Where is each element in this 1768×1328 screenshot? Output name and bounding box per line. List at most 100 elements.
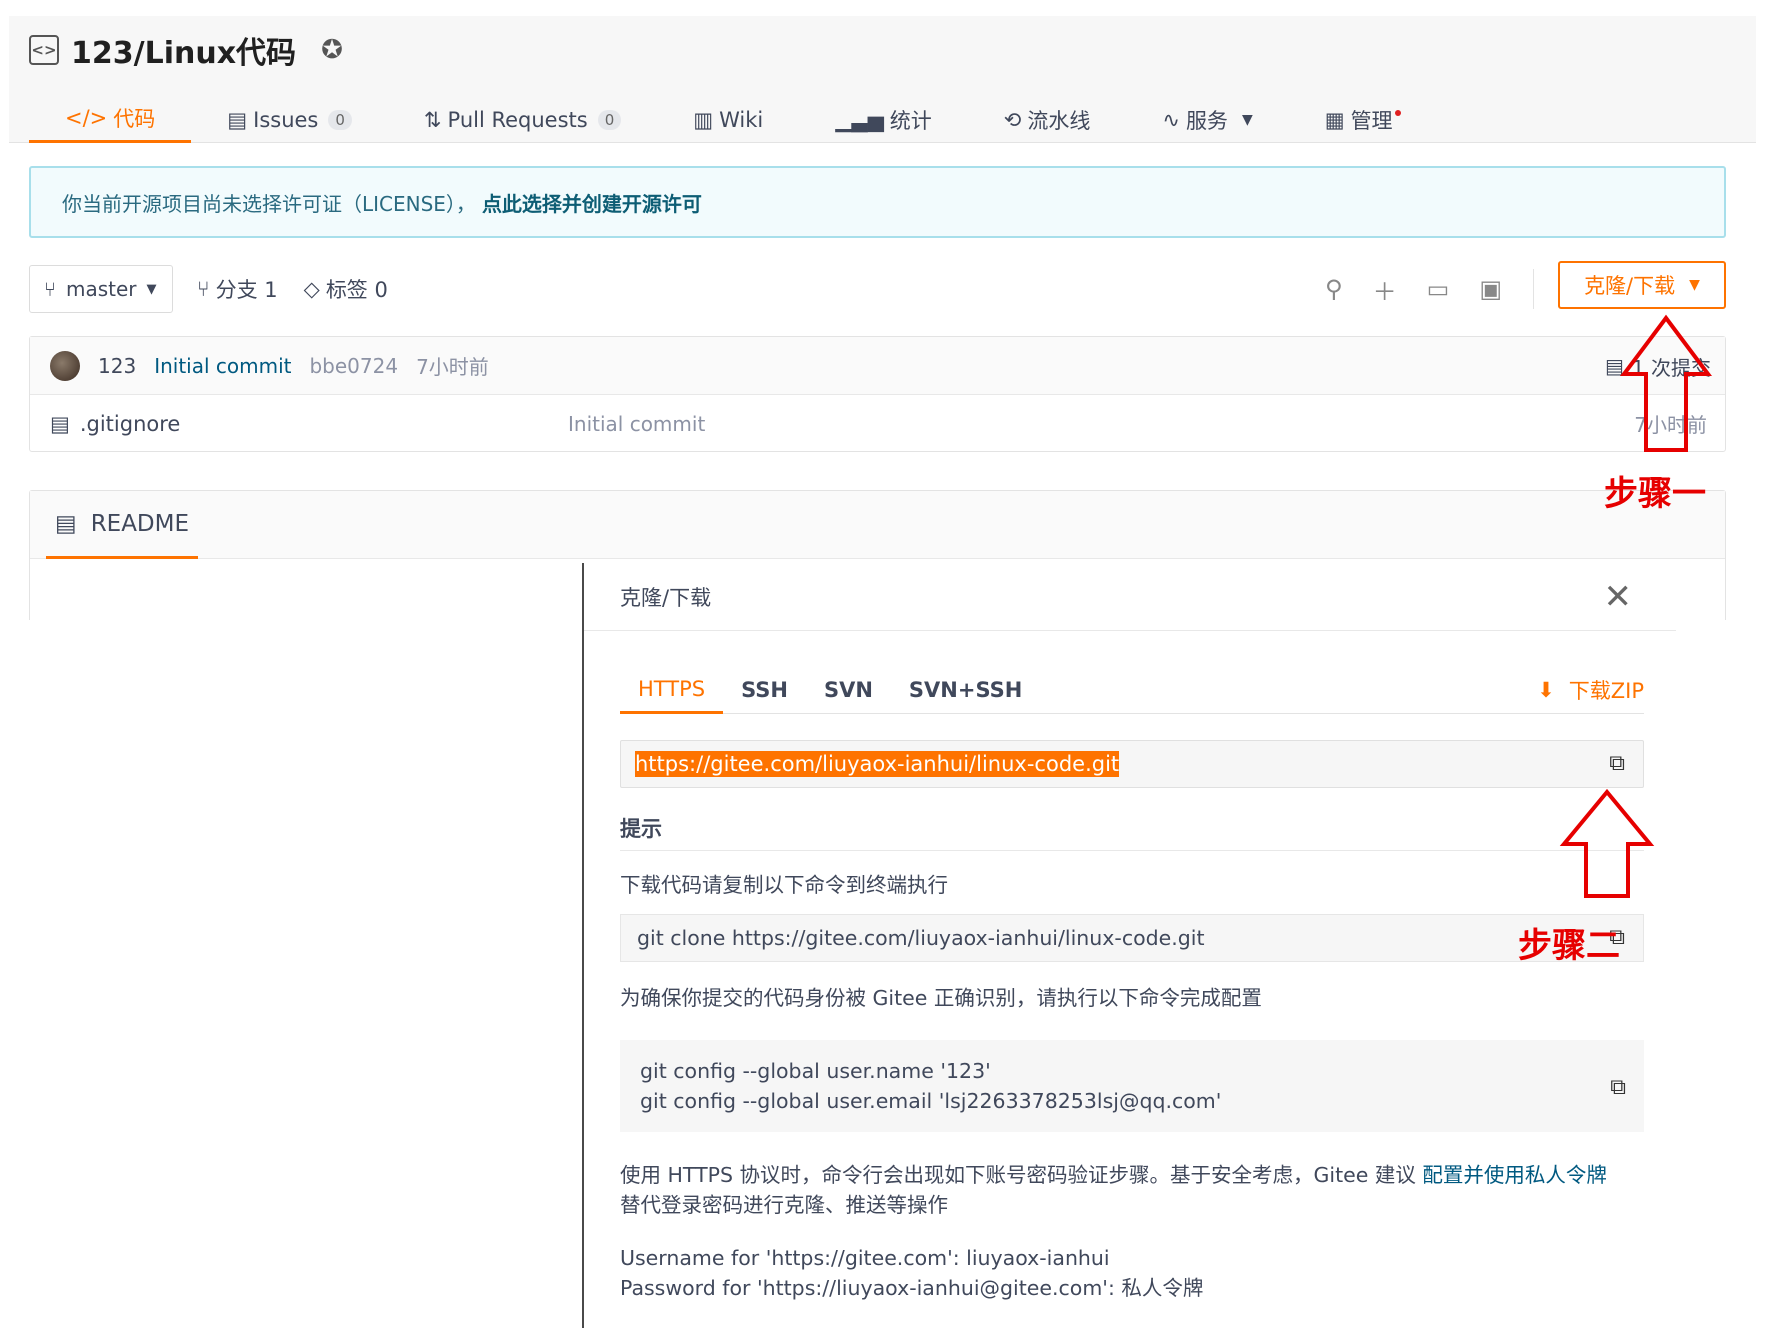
file-icon: ▤ — [50, 411, 70, 436]
tab-svn[interactable]: SVN — [806, 666, 891, 714]
tab-services[interactable]: ∿ 服务 ▼ — [1126, 96, 1288, 143]
panel-title: 克隆/下载 — [620, 585, 712, 610]
username-line: Username for 'https://gitee.com': liuyao… — [620, 1246, 1110, 1270]
branches-count: 分支 1 — [215, 278, 278, 302]
panel-header: 克隆/下载 ✕ — [584, 563, 1676, 631]
clone-download-label: 克隆/下载 — [1584, 274, 1676, 298]
notification-dot — [1394, 110, 1401, 116]
repo-title[interactable]: 123/Linux代码 — [71, 28, 296, 72]
readme-header: ▤ README — [30, 491, 1725, 559]
plus-icon[interactable]: ＋ — [1373, 272, 1397, 307]
tab-ssh[interactable]: SSH — [723, 666, 806, 714]
branches-icon: ⑂ — [197, 277, 210, 301]
tab-stats[interactable]: ▁▃▅ 统计 — [799, 96, 967, 143]
code-icon: </> — [65, 106, 108, 130]
password-line: Password for 'https://liuyaox-ianhui@git… — [620, 1276, 1204, 1300]
file-commit-message[interactable]: Initial commit — [568, 412, 705, 436]
readme-tab[interactable]: ▤ README — [46, 491, 198, 559]
copy-icon[interactable]: ⧉ — [1609, 751, 1625, 776]
tab-pipeline[interactable]: ⟲ 流水线 — [968, 96, 1127, 143]
branches-link[interactable]: ⑂ 分支 1 — [197, 274, 278, 304]
repo-header: <> 123/Linux代码 ✪ </> 代码 ▤ Issues 0 ⇅ Pul… — [9, 16, 1756, 143]
clone-url[interactable]: https://gitee.com/liuyaox-ianhui/linux-c… — [635, 751, 1120, 777]
tab-issues[interactable]: ▤ Issues 0 — [191, 96, 388, 143]
file-row: ▤ .gitignore Initial commit 7小时前 — [30, 395, 1725, 452]
repo-title-row: <> 123/Linux代码 ✪ — [29, 28, 348, 72]
search-icon[interactable]: ⚲ — [1325, 275, 1343, 303]
config-command-line: git config --global user.name '123' — [640, 1059, 991, 1083]
hint-title: 提示 — [620, 813, 1644, 851]
commit-author[interactable]: 123 — [98, 354, 136, 378]
award-badge-icon[interactable]: ✪ — [316, 34, 348, 66]
up-arrow-annotation — [1620, 314, 1712, 452]
caret-down-icon: ▼ — [1241, 111, 1253, 128]
config-command-line: git config --global user.email 'lsj22633… — [640, 1089, 1222, 1113]
tab-services-label: 服务 — [1185, 108, 1228, 133]
code-repo-icon: <> — [29, 35, 59, 65]
branch-select[interactable]: ⑂ master ▼ — [29, 265, 173, 313]
clone-command-box[interactable]: git clone https://gitee.com/liuyaox-ianh… — [620, 914, 1644, 962]
repo-tabs: </> 代码 ▤ Issues 0 ⇅ Pull Requests 0 ▥ Wi… — [29, 96, 1429, 143]
clone-url-input[interactable]: https://gitee.com/liuyaox-ianhui/linux-c… — [620, 740, 1644, 788]
tab-manage[interactable]: ▦ 管理 — [1289, 96, 1429, 143]
tab-code-label: 代码 — [113, 107, 156, 131]
caret-down-icon: ▼ — [1689, 277, 1700, 293]
close-icon[interactable]: ✕ — [1604, 580, 1633, 614]
branch-bar: ⑂ master ▼ ⑂ 分支 1 ◇ 标签 0 ⚲ ＋ ▭ ▣ 克隆/下载 ▼ — [29, 261, 1726, 313]
step1-annotation: 步骤一 — [1604, 474, 1706, 514]
monitor-icon[interactable]: ▭ — [1427, 275, 1450, 303]
branch-icon: ⑂ — [44, 277, 56, 301]
pull-request-icon: ⇅ — [423, 107, 442, 132]
file-table: 123 Initial commit bbe0724 7小时前 ▤ 1 次提交 … — [29, 336, 1726, 452]
download-icon: ⬇ — [1537, 678, 1555, 702]
repo-tools: ⚲ ＋ ▭ ▣ — [1325, 265, 1502, 313]
create-license-link[interactable]: 点此选择并创建开源许可 — [482, 188, 702, 217]
clone-command[interactable]: git clone https://gitee.com/liuyaox-ianh… — [637, 926, 1205, 950]
commit-time: 7小时前 — [416, 355, 489, 379]
tab-pipeline-label: 流水线 — [1027, 108, 1091, 133]
config-command-box[interactable]: git config --global user.name '123' git … — [620, 1040, 1644, 1132]
copy-icon[interactable]: ⧉ — [1610, 1073, 1626, 1103]
tags-count: 标签 0 — [325, 278, 388, 302]
page: <> 123/Linux代码 ✪ </> 代码 ▤ Issues 0 ⇅ Pul… — [0, 0, 1768, 1328]
personal-token-link[interactable]: 配置并使用私人令牌 — [1422, 1163, 1607, 1187]
tab-pull-requests[interactable]: ⇅ Pull Requests 0 — [388, 96, 657, 143]
tab-wiki[interactable]: ▥ Wiki — [657, 96, 799, 143]
caret-down-icon: ▼ — [146, 281, 157, 297]
clone-download-panel: 克隆/下载 ✕ HTTPS SSH SVN SVN+SSH ⬇ 下载ZIP ht… — [582, 563, 1676, 1328]
pipeline-icon: ⟲ — [1003, 107, 1022, 132]
pulse-icon: ∿ — [1162, 107, 1180, 132]
step2-annotation: 步骤二 — [1518, 926, 1620, 966]
commit-sha[interactable]: bbe0724 — [309, 354, 398, 378]
protocol-tabs: HTTPS SSH SVN SVN+SSH ⬇ 下载ZIP — [620, 666, 1644, 714]
download-zip-link[interactable]: ⬇ 下载ZIP — [1537, 666, 1644, 714]
download-zip-label: 下载ZIP — [1568, 679, 1644, 703]
license-notice: 你当前开源项目尚未选择许可证（LICENSE）， 点此选择并创建开源许可 — [29, 166, 1726, 238]
https-notice: 使用 HTTPS 协议时，命令行会出现如下账号密码验证步骤。基于安全考虑，Git… — [620, 1160, 1660, 1220]
divider — [1533, 269, 1534, 309]
commit-message[interactable]: Initial commit — [154, 354, 291, 378]
tags-link[interactable]: ◇ 标签 0 — [304, 274, 388, 304]
tag-icon: ◇ — [303, 277, 320, 301]
latest-commit-row: 123 Initial commit bbe0724 7小时前 ▤ 1 次提交 — [30, 337, 1725, 395]
up-arrow-annotation — [1559, 788, 1655, 898]
tab-code[interactable]: </> 代码 — [29, 96, 192, 143]
hint-text: 下载代码请复制以下命令到终端执行 — [620, 873, 948, 897]
avatar[interactable] — [50, 350, 80, 381]
readme-icon: ▤ — [54, 510, 77, 537]
bar-chart-icon: ▁▃▅ — [835, 107, 884, 132]
pull-requests-count-badge: 0 — [597, 109, 622, 130]
config-text: 为确保你提交的代码身份被 Gitee 正确识别，请执行以下命令完成配置 — [620, 986, 1262, 1010]
tab-https[interactable]: HTTPS — [620, 666, 724, 714]
https-notice-text-2: 替代登录密码进行克隆、推送等操作 — [620, 1193, 948, 1217]
file-link[interactable]: ▤ .gitignore — [50, 412, 180, 436]
https-notice-text: 使用 HTTPS 协议时，命令行会出现如下账号密码验证步骤。基于安全考虑，Git… — [620, 1163, 1416, 1187]
clone-download-button[interactable]: 克隆/下载 ▼ — [1558, 261, 1726, 309]
readme-label: README — [90, 510, 190, 537]
tab-svn-ssh[interactable]: SVN+SSH — [891, 666, 1040, 714]
book-icon: ▥ — [693, 107, 714, 132]
web-ide-icon[interactable]: ▣ — [1479, 275, 1502, 303]
file-name: .gitignore — [79, 411, 181, 436]
tab-wiki-label: Wiki — [719, 107, 764, 132]
settings-doc-icon: ▦ — [1324, 107, 1345, 132]
